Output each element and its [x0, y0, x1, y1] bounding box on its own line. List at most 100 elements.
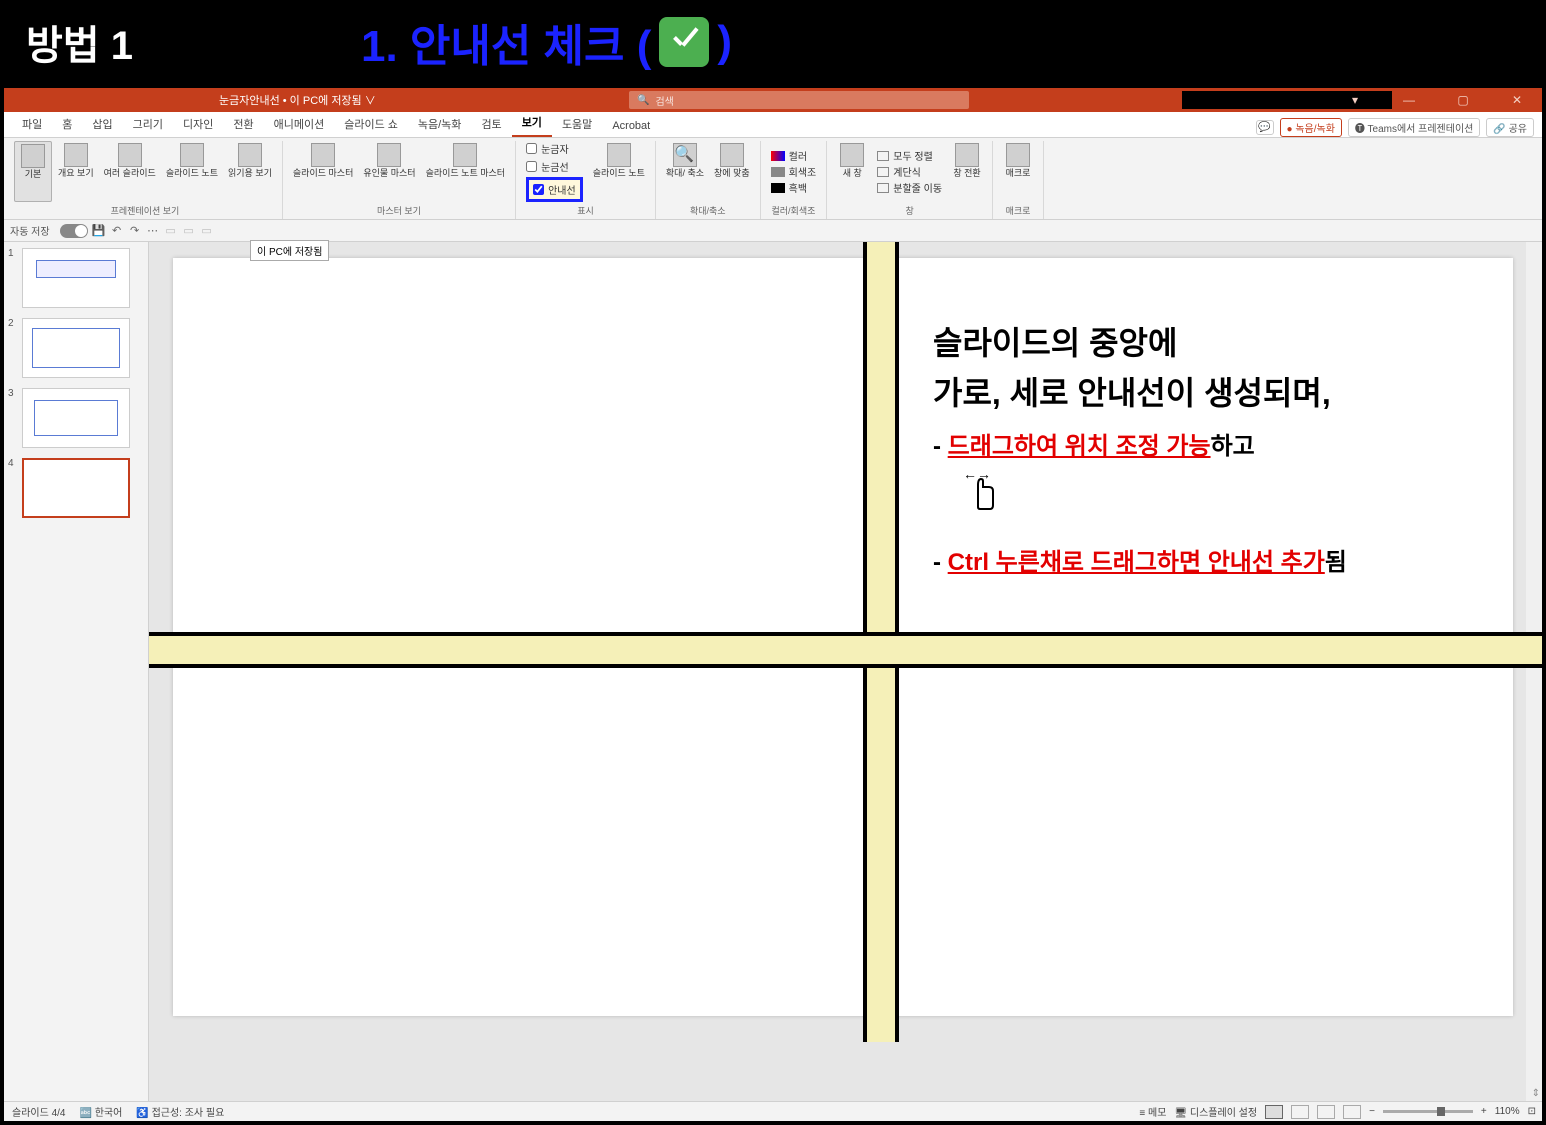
color-button[interactable]: 컬러	[771, 148, 817, 163]
tab-insert[interactable]: 삽입	[82, 112, 122, 137]
record-button[interactable]: ● 녹음/녹화	[1280, 118, 1342, 137]
tab-review[interactable]: 검토	[471, 112, 511, 137]
tab-record[interactable]: 녹음/녹화	[408, 112, 472, 137]
slide-line-3: - 드래그하여 위치 조정 가능하고	[933, 426, 1347, 461]
blackwhite-button[interactable]: 흑백	[771, 180, 817, 195]
qat-tool-2[interactable]: ▭	[182, 224, 196, 238]
tab-help[interactable]: 도움말	[552, 112, 602, 137]
guides-checkbox[interactable]: 안내선	[526, 177, 583, 202]
group-show-label: 표시	[522, 202, 649, 219]
new-window-label: 새 창	[843, 169, 862, 179]
close-button[interactable]: ✕	[1498, 93, 1536, 107]
qat-tool-1[interactable]: ▭	[164, 224, 178, 238]
view-sorter-button[interactable]: 여러 슬라이드	[100, 141, 160, 202]
maximize-button[interactable]: ▢	[1444, 93, 1482, 107]
search-icon: 🔍	[637, 95, 649, 106]
autosave-toggle[interactable]	[60, 224, 88, 238]
autosave-label: 자동 저장	[10, 223, 50, 238]
zoom-out-button[interactable]: −	[1369, 1106, 1375, 1117]
grayscale-button[interactable]: 회색조	[771, 164, 817, 179]
slide-master-button[interactable]: 슬라이드 마스터	[289, 141, 357, 202]
view-outline-button[interactable]: 개요 보기	[54, 141, 98, 202]
cascade-button[interactable]: 계단식	[877, 164, 942, 179]
language-indicator[interactable]: 🔤 한국어	[79, 1104, 122, 1119]
group-window-label: 창	[833, 202, 986, 219]
zoom-in-button[interactable]: +	[1481, 1106, 1487, 1117]
thumbnail-panel[interactable]: 1 2 3 4	[4, 242, 149, 1101]
method-label: 방법 1	[26, 13, 133, 71]
tab-animations[interactable]: 애니메이션	[264, 112, 335, 137]
notes-toggle[interactable]: ≡ 메모	[1139, 1104, 1166, 1119]
slideshow-view-button[interactable]	[1343, 1105, 1361, 1119]
minimize-button[interactable]: —	[1390, 93, 1428, 107]
save-icon[interactable]: 💾	[92, 224, 106, 238]
ruler-checkbox[interactable]: 눈금자	[526, 141, 583, 156]
quick-access-toolbar: 자동 저장 💾 ↶ ↷ ⋯ ▭ ▭ ▭ 이 PC에 저장됨	[4, 220, 1542, 242]
accessibility-status[interactable]: ♿ 접근성: 조사 필요	[136, 1104, 224, 1119]
arrange-all-label: 모두 정렬	[893, 148, 933, 163]
share-button[interactable]: 🔗 공유	[1486, 118, 1534, 137]
slide-line-2: 가로, 세로 안내선이 생성되며,	[933, 368, 1347, 414]
save-tooltip: 이 PC에 저장됨	[250, 240, 329, 261]
thumbnail-3[interactable]: 3	[8, 388, 144, 448]
ruler-checkbox-label: 눈금자	[541, 141, 569, 156]
switch-windows-button[interactable]: 창 전환	[948, 141, 986, 202]
new-window-button[interactable]: 새 창	[833, 141, 871, 202]
tab-acrobat[interactable]: Acrobat	[602, 116, 660, 137]
view-reading-button[interactable]: 읽기용 보기	[224, 141, 276, 202]
zoom-percentage[interactable]: 110%	[1495, 1106, 1520, 1117]
switch-windows-label: 창 전환	[953, 169, 980, 179]
guides-checkbox-label: 안내선	[548, 182, 576, 197]
gridlines-checkbox[interactable]: 눈금선	[526, 159, 583, 174]
undo-icon[interactable]: ↶	[110, 224, 124, 238]
display-settings[interactable]: 🖥 디스플레이 설정	[1174, 1104, 1257, 1119]
tab-view[interactable]: 보기	[512, 110, 552, 137]
vertical-scrollbar[interactable]	[1526, 242, 1542, 1101]
slide-notes-pane-button[interactable]: 슬라이드 노트	[589, 141, 649, 202]
handout-master-button[interactable]: 유인물 마스터	[359, 141, 419, 202]
group-presentation-views-label: 프레젠테이션 보기	[14, 202, 276, 219]
fit-window-button[interactable]: 창에 맞춤	[710, 141, 754, 202]
view-notes-button[interactable]: 슬라이드 노트	[162, 141, 222, 202]
qat-more-icon[interactable]: ⋯	[146, 224, 160, 238]
document-title[interactable]: 눈금자안내선 • 이 PC에 저장됨 ∨	[219, 92, 376, 108]
ribbon-mode-button[interactable]: ▾	[1336, 93, 1374, 107]
tab-design[interactable]: 디자인	[173, 112, 223, 137]
slide-master-label: 슬라이드 마스터	[293, 169, 353, 179]
reading-view-button[interactable]	[1317, 1105, 1335, 1119]
view-outline-label: 개요 보기	[58, 169, 94, 179]
move-split-label: 분할줄 이동	[893, 180, 942, 195]
thumbnail-4[interactable]: 4	[8, 458, 144, 518]
arrange-all-button[interactable]: 모두 정렬	[877, 148, 942, 163]
sorter-view-button[interactable]	[1291, 1105, 1309, 1119]
tab-draw[interactable]: 그리기	[123, 112, 173, 137]
horizontal-guide-highlight	[149, 632, 1542, 668]
slide-canvas-area[interactable]: 슬라이드의 중앙에 가로, 세로 안내선이 생성되며, - 드래그하여 위치 조…	[149, 242, 1542, 1101]
menu-bar: 파일 홈 삽입 그리기 디자인 전환 애니메이션 슬라이드 쇼 녹음/녹화 검토…	[4, 112, 1542, 138]
line4-prefix: -	[933, 549, 948, 576]
tab-file[interactable]: 파일	[12, 112, 52, 137]
group-macro-label: 매크로	[999, 202, 1037, 219]
redo-icon[interactable]: ↷	[128, 224, 142, 238]
tab-transitions[interactable]: 전환	[223, 112, 263, 137]
tab-home[interactable]: 홈	[52, 112, 82, 137]
macros-button[interactable]: 매크로	[999, 141, 1037, 202]
thumbnail-2[interactable]: 2	[8, 318, 144, 378]
thumbnail-1[interactable]: 1	[8, 248, 144, 308]
search-input[interactable]: 🔍 검색	[629, 91, 969, 109]
teams-present-button[interactable]: 🅣 Teams에서 프레젠테이션	[1348, 118, 1480, 137]
qat-tool-3[interactable]: ▭	[200, 224, 214, 238]
fit-screen-button[interactable]: ⊡	[1528, 1106, 1536, 1117]
notes-master-button[interactable]: 슬라이드 노트 마스터	[422, 141, 510, 202]
zoom-button[interactable]: 🔍확대/ 축소	[662, 141, 708, 202]
canvas-extra-icons[interactable]: ⇕	[1532, 1088, 1540, 1099]
check-emoji-icon	[659, 17, 709, 67]
annotation-title: 1. 안내선 체크 ( )	[361, 10, 732, 74]
move-split-button[interactable]: 분할줄 이동	[877, 180, 942, 195]
view-normal-button[interactable]: 기본	[14, 141, 52, 202]
slide-counter[interactable]: 슬라이드 4/4	[12, 1104, 65, 1119]
tab-slideshow[interactable]: 슬라이드 쇼	[334, 112, 408, 137]
zoom-slider[interactable]	[1383, 1110, 1473, 1113]
comments-button[interactable]: 💬	[1256, 120, 1274, 135]
normal-view-button[interactable]	[1265, 1105, 1283, 1119]
